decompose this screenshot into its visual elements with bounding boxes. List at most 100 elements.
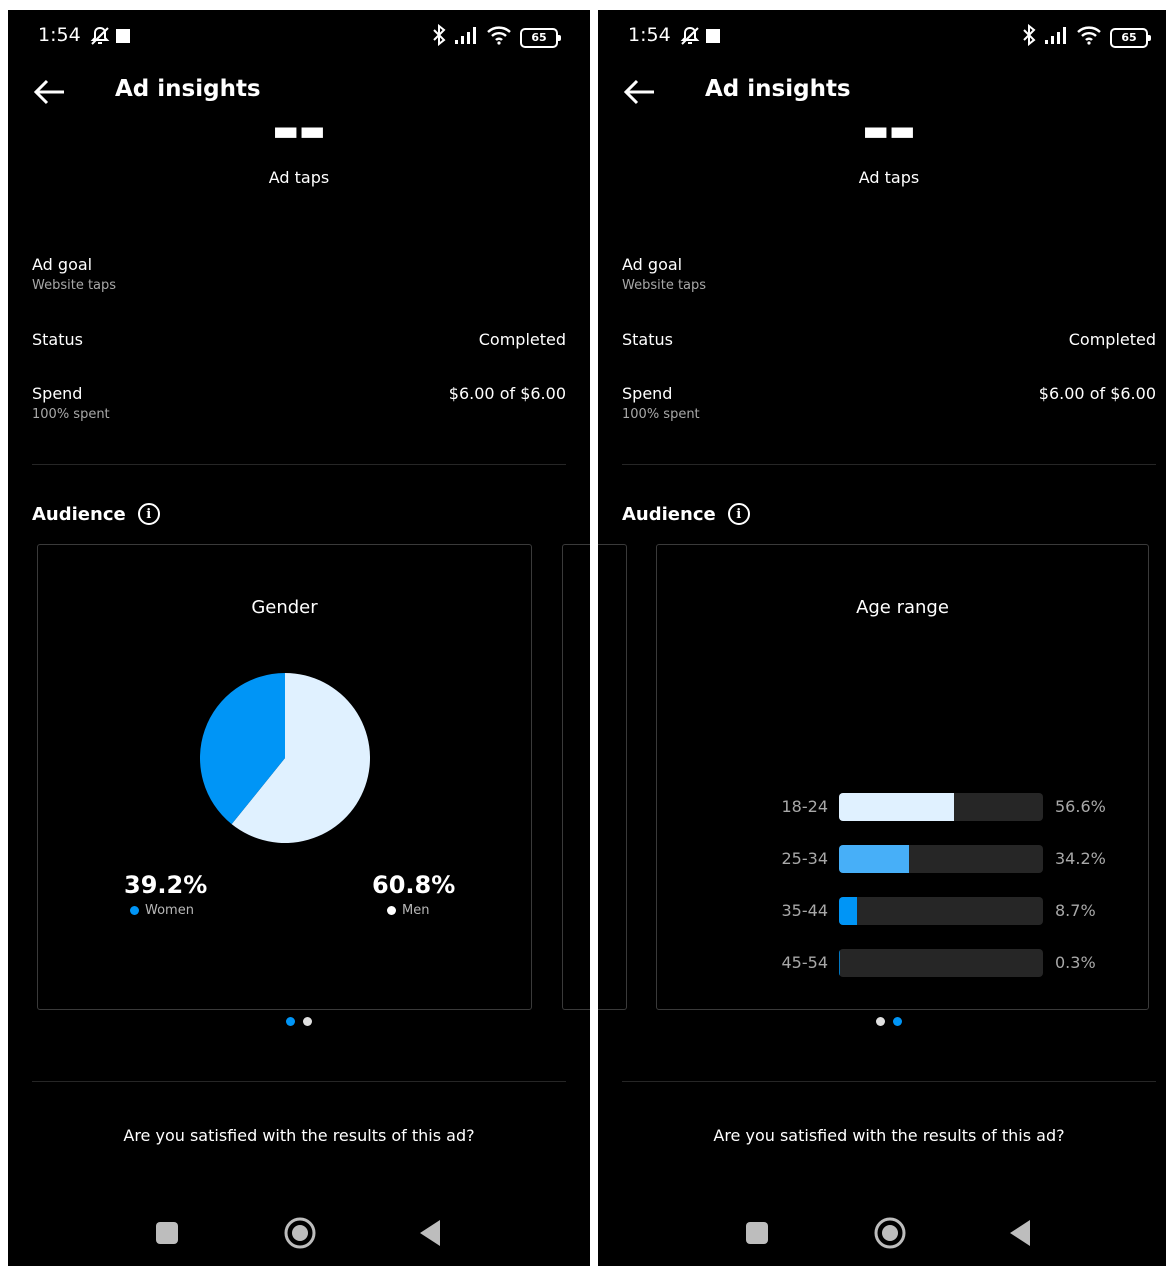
status-bar: 1:54 65: [8, 23, 590, 52]
carousel-dot-active[interactable]: [286, 1017, 295, 1026]
satisfaction-question: Are you satisfied with the results of th…: [713, 1126, 1065, 1145]
notification-icon: [706, 29, 720, 43]
age-bar: [839, 793, 955, 821]
system-nav-bar: [598, 1210, 1166, 1256]
age-bar-track: [839, 897, 1043, 925]
age-range-percent: 34.2%: [1055, 849, 1106, 868]
gender-pie-chart: [200, 673, 370, 843]
spend-label: Spend: [32, 384, 83, 403]
gender-pie-svg: [200, 673, 370, 843]
wifi-icon: [486, 25, 512, 50]
age-bar: [839, 845, 909, 873]
age-range-label: 35-44: [781, 901, 829, 920]
divider: [622, 1081, 1156, 1082]
age-bar: [839, 949, 840, 977]
notification-icon: [116, 29, 130, 43]
app-bar: Ad insights: [8, 72, 590, 112]
men-legend-label: Men: [402, 903, 430, 918]
age-bar-track: [839, 949, 1043, 977]
spend-value: $6.00 of $6.00: [1038, 384, 1156, 403]
ad-goal-value: Website taps: [32, 278, 117, 293]
age-bar: [839, 897, 857, 925]
recents-button[interactable]: [746, 1222, 768, 1244]
divider: [32, 1081, 566, 1082]
age-range-card[interactable]: Age range 18-24 56.6% 25-34 34.2% 35-44 8.7% 4…: [656, 544, 1149, 1010]
status-time: 1:54: [628, 24, 671, 46]
age-row: 45-54 0.3%: [657, 949, 1148, 977]
mute-icon: [678, 25, 702, 52]
back-arrow-icon[interactable]: [622, 74, 658, 110]
women-legend: Women: [130, 903, 194, 918]
audience-title: Audience: [622, 503, 716, 525]
ad-goal-value: Website taps: [622, 278, 707, 293]
ad-goal-label: Ad goal: [32, 255, 93, 274]
carousel-indicator: [8, 1017, 590, 1026]
app-bar: Ad insights: [598, 72, 1166, 112]
audience-heading: Audience i: [622, 503, 750, 525]
age-range-label: 25-34: [781, 849, 829, 868]
mute-icon: [88, 25, 112, 52]
men-legend: Men: [387, 903, 429, 918]
men-legend-dot: [387, 906, 396, 915]
status-value: Completed: [1068, 330, 1156, 349]
women-percent: 39.2%: [124, 871, 208, 899]
divider: [32, 464, 566, 465]
signal-icon: [1044, 26, 1068, 49]
age-row: 35-44 8.7%: [657, 897, 1148, 925]
system-nav-bar: [8, 1210, 590, 1256]
age-range-percent: 8.7%: [1055, 901, 1096, 920]
spend-label: Spend: [622, 384, 673, 403]
home-button[interactable]: [284, 1217, 316, 1249]
carousel-dot-active[interactable]: [893, 1017, 902, 1026]
age-bar-track: [839, 793, 1043, 821]
carousel-dot[interactable]: [303, 1017, 312, 1026]
men-percent: 60.8%: [372, 871, 456, 899]
battery-icon: 65: [520, 27, 561, 48]
metric-value-cut: ▬▬: [8, 126, 590, 138]
status-label: Status: [32, 330, 83, 349]
divider: [622, 464, 1156, 465]
next-card-peek[interactable]: [562, 544, 590, 1010]
age-range-percent: 0.3%: [1055, 953, 1096, 972]
status-label: Status: [622, 330, 673, 349]
ad-goal-label: Ad goal: [622, 255, 683, 274]
gender-card-title: Gender: [251, 597, 318, 618]
page-title: Ad insights: [705, 76, 851, 102]
audience-heading: Audience i: [32, 503, 160, 525]
status-bar: 1:54 65: [598, 23, 1166, 52]
metric-value-cut: ▬▬: [598, 126, 1166, 138]
info-icon[interactable]: i: [137, 503, 160, 525]
back-arrow-icon[interactable]: [32, 74, 68, 110]
nav-back-button[interactable]: [1008, 1218, 1032, 1248]
home-button[interactable]: [874, 1217, 906, 1249]
metric-label: Ad taps: [268, 168, 330, 187]
recents-button[interactable]: [156, 1222, 178, 1244]
gender-card[interactable]: Gender 39.2% Women 60.8% Men: [37, 544, 532, 1010]
spend-sub: 100% spent: [32, 407, 110, 422]
women-legend-label: Women: [145, 903, 194, 918]
status-time: 1:54: [38, 24, 81, 46]
status-value: Completed: [478, 330, 566, 349]
page-title: Ad insights: [115, 76, 261, 102]
info-icon[interactable]: i: [727, 503, 750, 525]
signal-icon: [454, 26, 478, 49]
prev-card-peek[interactable]: [598, 544, 627, 1010]
carousel-dot[interactable]: [876, 1017, 885, 1026]
nav-back-button[interactable]: [418, 1218, 442, 1248]
age-bar-track: [839, 845, 1043, 873]
age-row: 18-24 56.6%: [657, 793, 1148, 821]
satisfaction-question: Are you satisfied with the results of th…: [123, 1126, 475, 1145]
bluetooth-icon: [432, 23, 446, 51]
age-row: 25-34 34.2%: [657, 845, 1148, 873]
age-range-label: 45-54: [781, 953, 829, 972]
audience-title: Audience: [32, 503, 126, 525]
age-range-label: 18-24: [781, 797, 829, 816]
bluetooth-icon: [1022, 23, 1036, 51]
phone-screen-age: 1:54 65 Ad insights ▬▬ Ad taps Ad goal W…: [598, 10, 1166, 1266]
age-card-title: Age range: [856, 597, 949, 618]
carousel-indicator: [598, 1017, 1166, 1026]
spend-sub: 100% spent: [622, 407, 700, 422]
spend-value: $6.00 of $6.00: [448, 384, 566, 403]
battery-icon: 65: [1110, 27, 1151, 48]
metric-label: Ad taps: [858, 168, 920, 187]
